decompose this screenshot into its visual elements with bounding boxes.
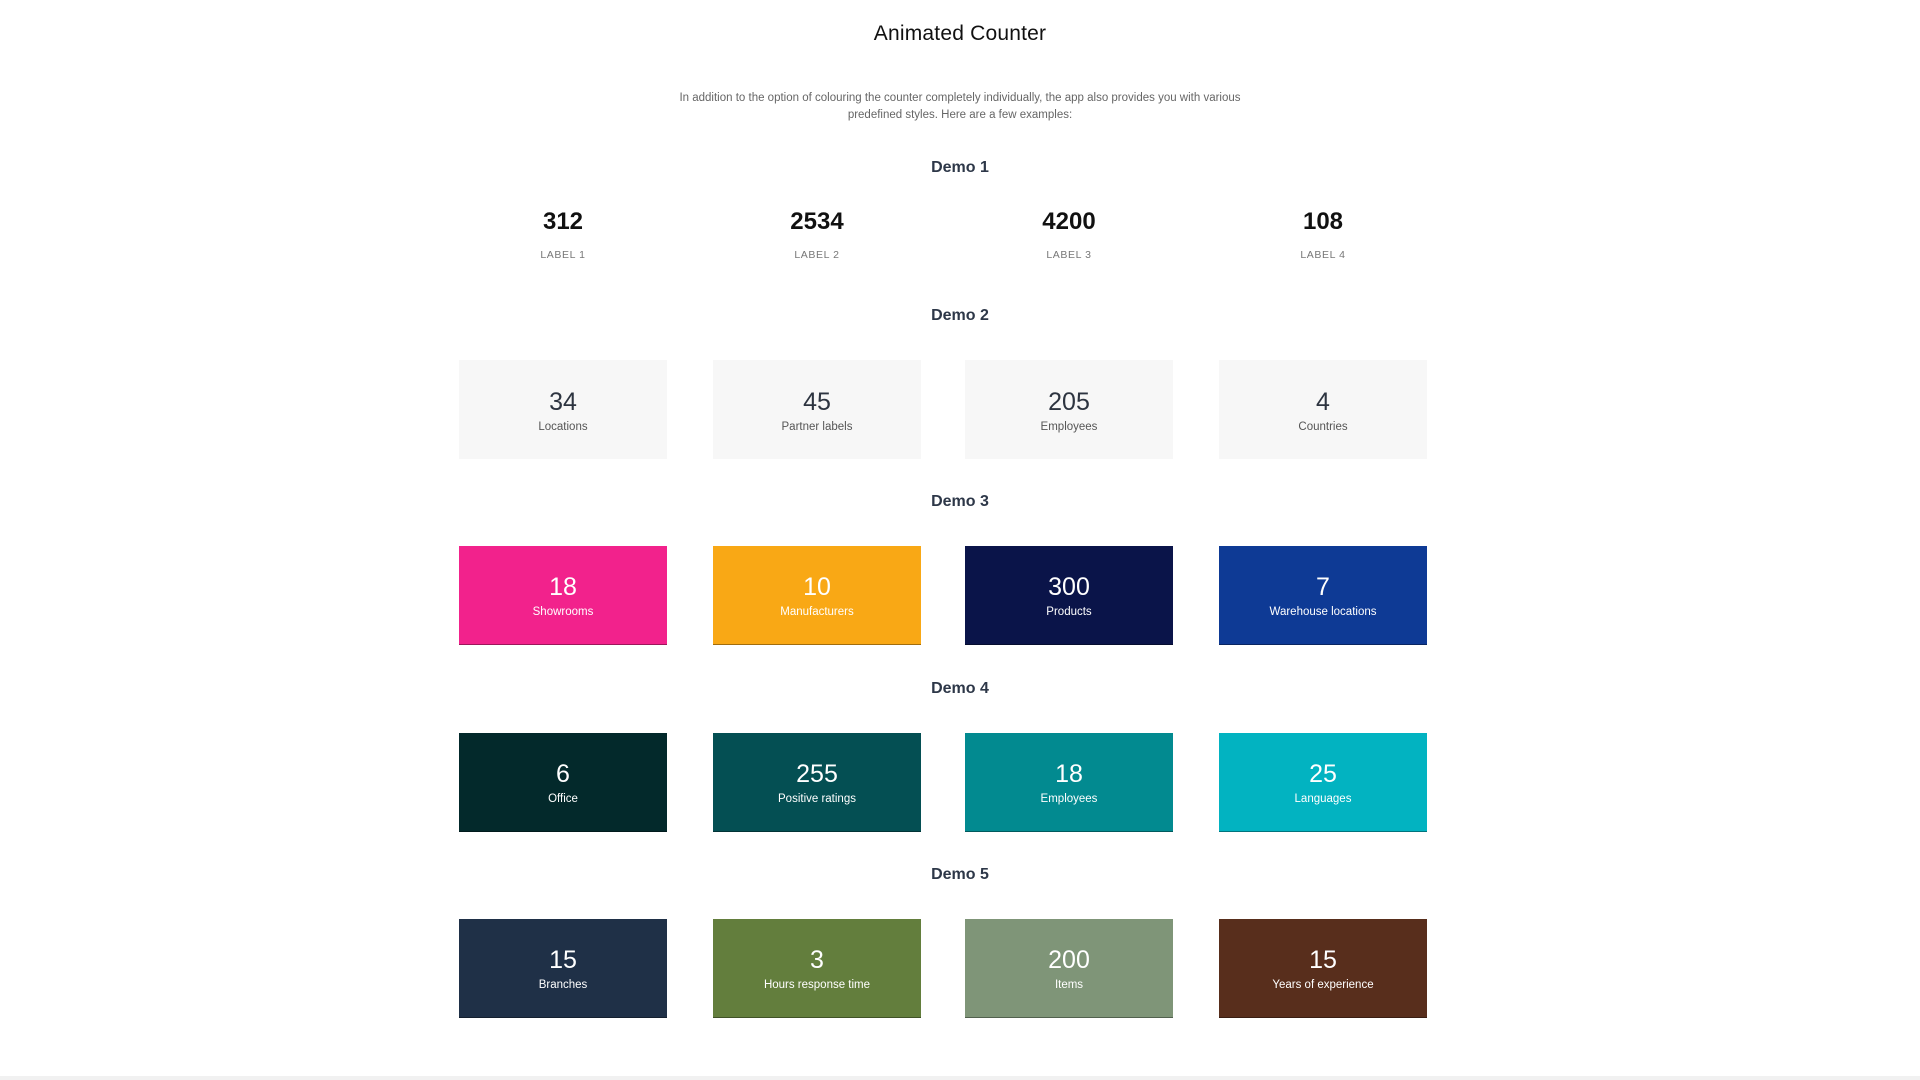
counter-label: Countries (1298, 420, 1348, 433)
counter-value: 200 (1048, 946, 1090, 974)
counter-card: 45 Partner labels (713, 360, 921, 459)
counter-value: 18 (549, 573, 577, 601)
counter-card: 312 LABEL 1 (459, 184, 667, 283)
counter-label: LABEL 3 (1046, 248, 1092, 261)
demo-3-counters: 18 Showrooms 10 Manufacturers 300 Produc… (459, 546, 1427, 645)
counter-card: 15 Branches (459, 919, 667, 1018)
counter-card: 4 Countries (1219, 360, 1427, 459)
counter-card: 25 Languages (1219, 733, 1427, 832)
counter-label: LABEL 4 (1300, 248, 1346, 261)
counter-label: Hours response time (763, 979, 871, 991)
demo-3-title: Demo 3 (931, 493, 989, 510)
counter-card: 3 Hours response time (713, 919, 921, 1018)
counter-value: 7 (1316, 573, 1330, 601)
counter-value: 6 (556, 760, 570, 788)
counter-label: Office (548, 793, 578, 805)
counter-card: 18 Employees (965, 733, 1173, 832)
counter-label: Positive ratings (778, 793, 856, 805)
counter-card: 200 Items (965, 919, 1173, 1018)
counter-label: Locations (538, 420, 588, 433)
counter-card: 10 Manufacturers (713, 546, 921, 645)
page-title: Animated Counter (873, 22, 1047, 45)
counter-value: 34 (549, 387, 577, 416)
counter-card: 34 Locations (459, 360, 667, 459)
counter-card: 300 Products (965, 546, 1173, 645)
counter-value: 25 (1309, 760, 1337, 788)
counter-value: 18 (1055, 760, 1083, 788)
demo-5-title: Demo 5 (931, 866, 989, 883)
counter-label: Products (1046, 606, 1092, 618)
horizontal-scrollbar-track (0, 1076, 1920, 1080)
demo-2-title: Demo 2 (931, 307, 989, 324)
counter-value: 4 (1316, 387, 1330, 416)
counter-card: 7 Warehouse locations (1219, 546, 1427, 645)
counter-value: 3 (810, 946, 824, 974)
counter-label: LABEL 2 (794, 248, 840, 261)
counter-value: 45 (803, 387, 831, 416)
counter-label: Years of experience (1272, 979, 1374, 991)
demo-1-counters: 312 LABEL 1 2534 LABEL 2 4200 LABEL 3 10… (459, 184, 1427, 283)
counter-card: 255 Positive ratings (713, 733, 921, 832)
counter-value: 108 (1302, 207, 1344, 235)
counter-card: 108 LABEL 4 (1219, 184, 1427, 283)
counter-label: Showrooms (532, 606, 594, 618)
counter-label: Warehouse locations (1269, 606, 1377, 618)
counter-label: Manufacturers (780, 606, 854, 618)
counter-value: 205 (1048, 387, 1090, 416)
demo-2-counters: 34 Locations 45 Partner labels 205 Emplo… (459, 360, 1427, 459)
counter-value: 4200 (1042, 207, 1096, 235)
counter-card: 18 Showrooms (459, 546, 667, 645)
counter-label: LABEL 1 (540, 248, 586, 261)
counter-label: Partner labels (781, 420, 853, 433)
counter-label: Items (1054, 979, 1084, 991)
counter-value: 300 (1048, 573, 1090, 601)
counter-value: 15 (1309, 946, 1337, 974)
counter-label: Employees (1040, 793, 1098, 805)
counter-value: 15 (549, 946, 577, 974)
counter-label: Branches (538, 979, 588, 991)
demo-4-title: Demo 4 (931, 680, 989, 697)
counter-card: 6 Office (459, 733, 667, 832)
counter-label: Employees (1040, 420, 1098, 433)
counter-label: Languages (1294, 793, 1352, 805)
counter-value: 2534 (790, 207, 844, 235)
demo-1-title: Demo 1 (931, 159, 989, 176)
counter-value: 255 (796, 760, 838, 788)
counter-value: 10 (803, 573, 831, 601)
demo-5-counters: 15 Branches 3 Hours response time 200 It… (459, 919, 1427, 1018)
counter-card: 205 Employees (965, 360, 1173, 459)
counter-card: 15 Years of experience (1219, 919, 1427, 1018)
demo-4-counters: 6 Office 255 Positive ratings 18 Employe… (459, 733, 1427, 832)
counter-card: 4200 LABEL 3 (965, 184, 1173, 283)
counter-value: 312 (542, 207, 584, 235)
counter-card: 2534 LABEL 2 (713, 184, 921, 283)
intro-text: In addition to the option of colouring t… (679, 92, 1241, 121)
